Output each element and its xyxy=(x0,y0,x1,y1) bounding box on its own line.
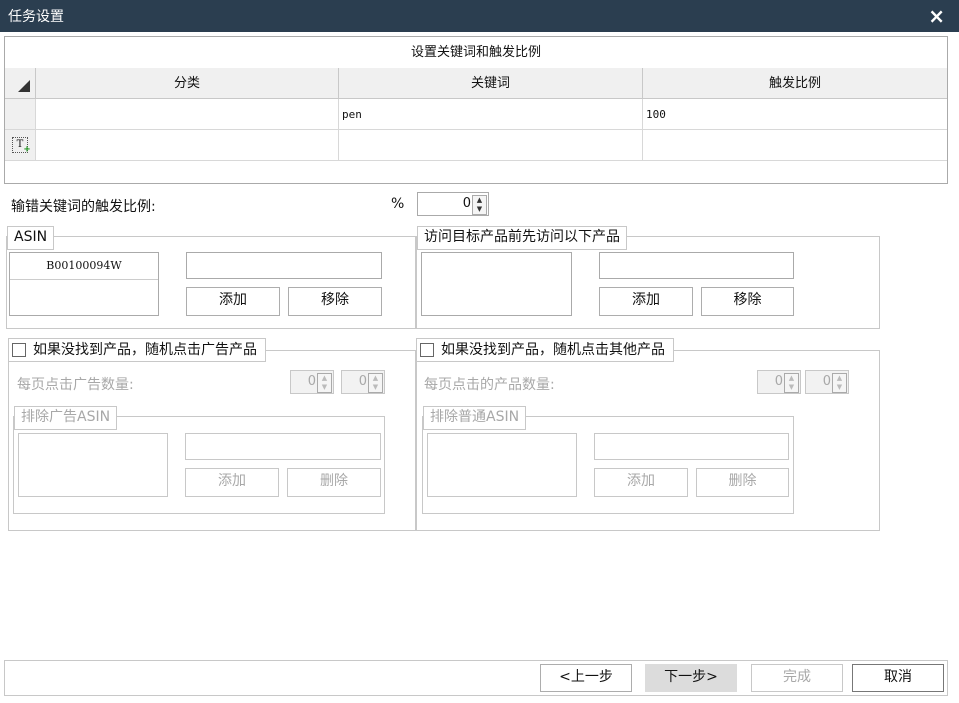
other-checkbox-container[interactable]: 如果没找到产品，随机点击其他产品 xyxy=(416,338,674,362)
cell-category[interactable] xyxy=(36,99,339,130)
ad-exclude-add-button[interactable]: 添加 xyxy=(185,468,279,497)
other-count-label: 每页点击的产品数量: xyxy=(424,377,555,393)
keyword-grid: 设置关键词和触发比例 分类 关键词 触发比例 pen 100 T + xyxy=(4,36,948,184)
ad-count-stepper-2[interactable]: 0 ▲ ▼ xyxy=(341,370,385,394)
ad-count-value-2: 0 xyxy=(358,374,367,389)
visit-input[interactable] xyxy=(599,252,794,279)
asin-legend: ASIN xyxy=(7,226,55,250)
column-header-ratio[interactable]: 触发比例 xyxy=(643,68,947,99)
column-header-keyword[interactable]: 关键词 xyxy=(339,68,643,99)
plus-icon: + xyxy=(24,144,31,155)
ad-checkbox-label: 如果没找到产品，随机点击广告产品 xyxy=(33,342,257,358)
visit-list[interactable] xyxy=(421,252,572,316)
close-icon[interactable]: × xyxy=(928,4,945,28)
new-cell-category[interactable] xyxy=(36,130,339,161)
asin-add-button[interactable]: 添加 xyxy=(186,287,280,316)
ad-count-label: 每页点击广告数量: xyxy=(17,377,134,393)
other-exclude-delete-button[interactable]: 删除 xyxy=(696,468,789,497)
down-arrow-icon[interactable]: ▼ xyxy=(369,383,382,392)
other-exclude-add-button[interactable]: 添加 xyxy=(594,468,688,497)
down-arrow-icon[interactable]: ▼ xyxy=(318,383,331,392)
up-arrow-icon[interactable]: ▲ xyxy=(318,374,331,383)
ad-exclude-legend: 排除广告ASIN xyxy=(14,406,118,430)
misspell-value: 0 xyxy=(462,196,471,211)
new-cell-keyword[interactable] xyxy=(339,130,643,161)
title-bar: 任务设置 × xyxy=(0,0,959,32)
cell-keyword[interactable]: pen xyxy=(339,99,643,130)
ad-checkbox[interactable] xyxy=(12,343,26,357)
asin-remove-button[interactable]: 移除 xyxy=(288,287,382,316)
up-arrow-icon[interactable]: ▲ xyxy=(473,196,486,205)
ad-count-stepper-1[interactable]: 0 ▲ ▼ xyxy=(290,370,334,394)
visit-remove-button[interactable]: 移除 xyxy=(701,287,794,316)
up-arrow-icon[interactable]: ▲ xyxy=(369,374,382,383)
stepper-arrows[interactable]: ▲ ▼ xyxy=(472,195,487,215)
new-cell-ratio[interactable] xyxy=(643,130,947,161)
grid-corner[interactable] xyxy=(5,68,36,99)
ad-exclude-list[interactable] xyxy=(18,433,168,497)
other-count-value-1: 0 xyxy=(774,374,783,389)
down-arrow-icon[interactable]: ▼ xyxy=(833,383,846,392)
other-checkbox-label: 如果没找到产品，随机点击其他产品 xyxy=(441,342,665,358)
column-header-category[interactable]: 分类 xyxy=(36,68,339,99)
cell-ratio[interactable]: 100 xyxy=(643,99,947,130)
misspell-label: 输错关键词的触发比例: xyxy=(11,199,156,215)
other-exclude-legend: 排除普通ASIN xyxy=(423,406,527,430)
finish-button[interactable]: 完成 xyxy=(751,664,843,692)
visit-legend: 访问目标产品前先访问以下产品 xyxy=(417,226,627,250)
misspell-unit: % xyxy=(391,196,405,212)
ad-exclude-input[interactable] xyxy=(185,433,381,460)
other-count-stepper-1[interactable]: 0 ▲ ▼ xyxy=(757,370,801,394)
down-arrow-icon[interactable]: ▼ xyxy=(785,383,798,392)
asin-list[interactable]: B00100094W xyxy=(9,252,159,316)
other-count-value-2: 0 xyxy=(822,374,831,389)
row-header[interactable] xyxy=(5,99,36,130)
up-arrow-icon[interactable]: ▲ xyxy=(785,374,798,383)
ad-count-value-1: 0 xyxy=(307,374,316,389)
new-row-header[interactable]: T + xyxy=(5,130,36,161)
ad-checkbox-container[interactable]: 如果没找到产品，随机点击广告产品 xyxy=(8,338,266,362)
window-title: 任务设置 xyxy=(8,9,64,25)
next-button[interactable]: 下一步> xyxy=(645,664,737,692)
other-count-stepper-2[interactable]: 0 ▲ ▼ xyxy=(805,370,849,394)
other-checkbox[interactable] xyxy=(420,343,434,357)
prev-button[interactable]: <上一步 xyxy=(540,664,632,692)
other-exclude-input[interactable] xyxy=(594,433,789,460)
asin-input[interactable] xyxy=(186,252,382,279)
other-exclude-list[interactable] xyxy=(427,433,577,497)
grid-caption: 设置关键词和触发比例 xyxy=(5,37,947,69)
down-arrow-icon[interactable]: ▼ xyxy=(473,205,486,214)
misspell-ratio-stepper[interactable]: 0 ▲ ▼ xyxy=(417,192,489,216)
up-arrow-icon[interactable]: ▲ xyxy=(833,374,846,383)
visit-add-button[interactable]: 添加 xyxy=(599,287,693,316)
ad-exclude-delete-button[interactable]: 删除 xyxy=(287,468,381,497)
asin-list-item[interactable]: B00100094W xyxy=(10,253,158,280)
select-all-icon xyxy=(18,80,30,92)
cancel-button[interactable]: 取消 xyxy=(852,664,944,692)
